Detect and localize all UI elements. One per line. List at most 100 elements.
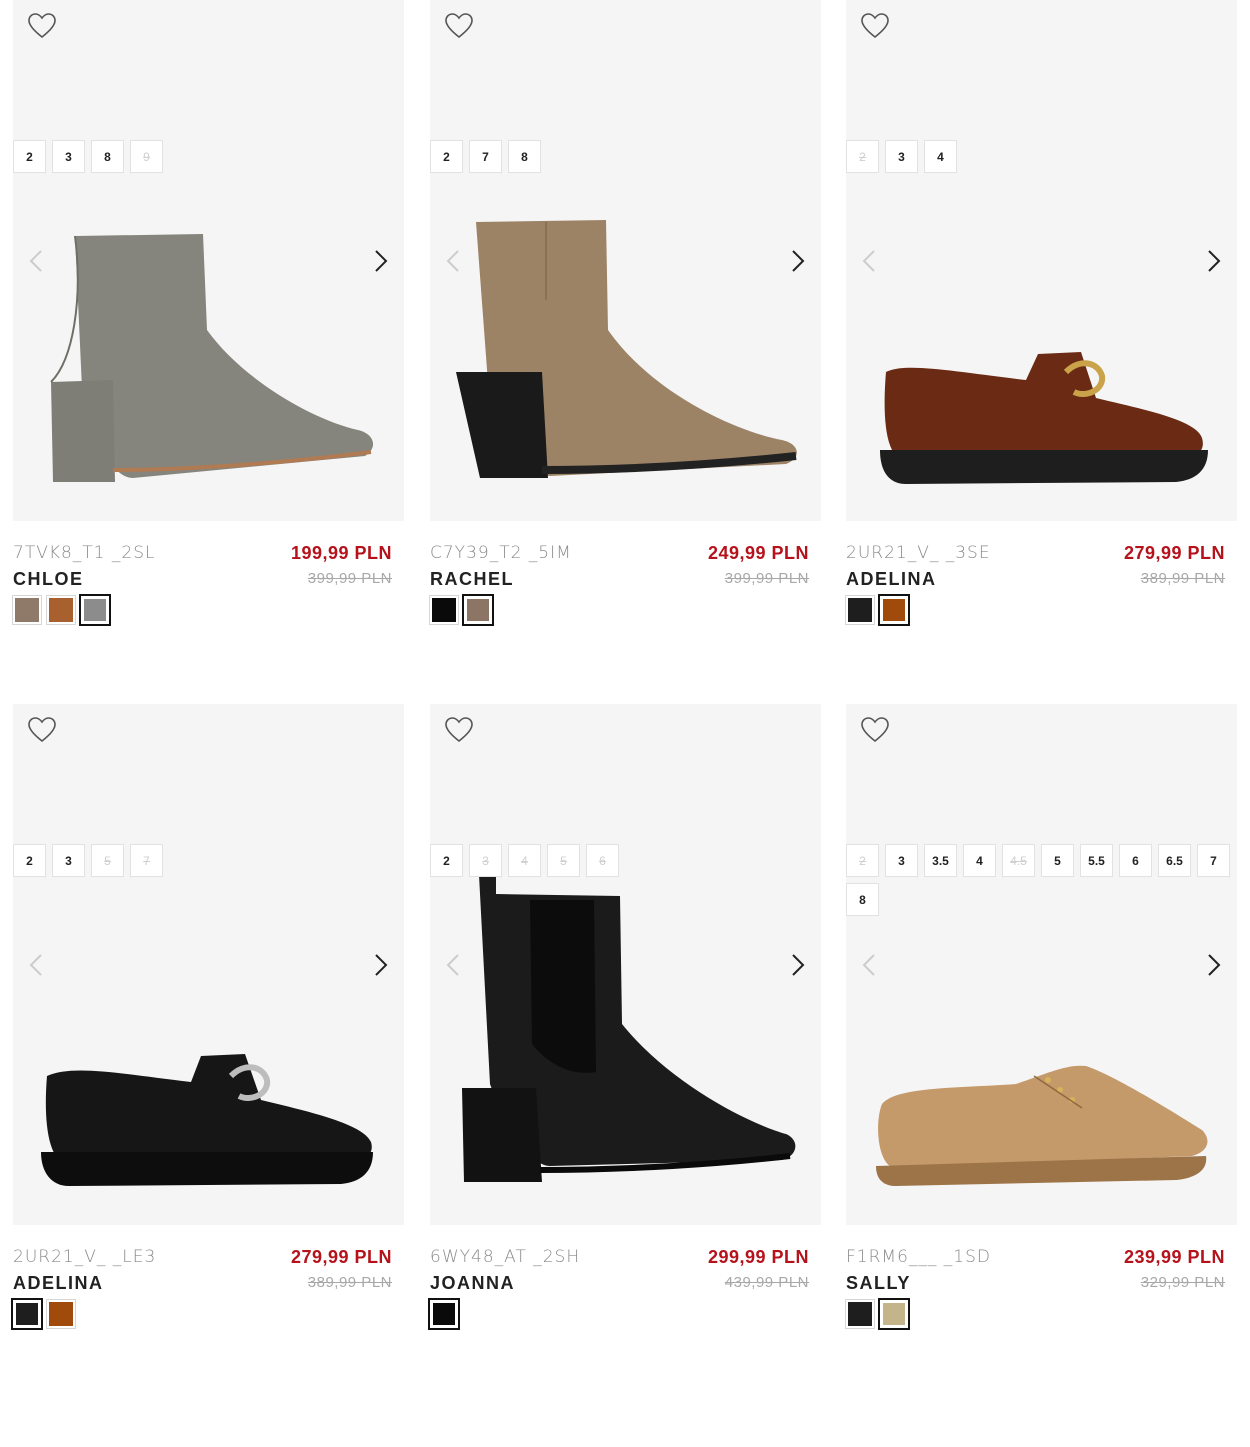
size-option: 7 [130, 844, 163, 877]
color-swatch[interactable] [46, 595, 76, 625]
size-option[interactable]: 7 [1197, 844, 1230, 877]
product-info: F1RM6___ _1SD 239,99 PLN 329,99 PLN SALL… [845, 1247, 1237, 1330]
product-name-link[interactable]: ADELINA [846, 569, 937, 590]
next-image-arrow-icon[interactable] [368, 248, 392, 274]
size-option[interactable]: 2 [430, 140, 463, 173]
color-swatch[interactable] [46, 1299, 76, 1329]
product-name-link[interactable]: ADELINA [13, 1273, 104, 1294]
product-name-link[interactable]: JOANNA [430, 1273, 515, 1294]
wishlist-heart-icon[interactable] [444, 12, 474, 40]
size-option[interactable]: 4 [963, 844, 996, 877]
color-swatch[interactable] [429, 595, 459, 625]
size-option[interactable]: 2 [430, 844, 463, 877]
wishlist-heart-icon[interactable] [27, 716, 57, 744]
size-option[interactable]: 6 [1119, 844, 1152, 877]
product-image-area[interactable] [430, 0, 821, 521]
color-swatch[interactable] [878, 594, 910, 626]
wishlist-heart-icon[interactable] [27, 12, 57, 40]
color-swatches [845, 594, 910, 626]
previous-image-arrow-icon[interactable] [442, 248, 466, 274]
size-option: 6 [586, 844, 619, 877]
size-option[interactable]: 3 [885, 844, 918, 877]
size-option: 4.5 [1002, 844, 1035, 877]
product-image-area[interactable] [430, 704, 821, 1225]
product-price: 279,99 PLN [290, 1247, 392, 1267]
product-price: 299,99 PLN [707, 1247, 809, 1267]
wishlist-heart-icon[interactable] [444, 716, 474, 744]
size-option[interactable]: 7 [469, 140, 502, 173]
color-swatch[interactable] [12, 595, 42, 625]
size-option[interactable]: 8 [508, 140, 541, 173]
size-option[interactable]: 8 [91, 140, 124, 173]
product-name-link[interactable]: RACHEL [430, 569, 514, 590]
size-option[interactable]: 3 [52, 844, 85, 877]
color-swatch[interactable] [845, 595, 875, 625]
product-image-area[interactable] [13, 0, 404, 521]
size-option[interactable]: 5 [1041, 844, 1074, 877]
size-option[interactable]: 3 [52, 140, 85, 173]
product-info: 6WY48_AT _2SH 299,99 PLN 439,99 PLN JOAN… [428, 1247, 821, 1330]
size-option[interactable]: 2 [13, 140, 46, 173]
previous-image-arrow-icon[interactable] [25, 952, 49, 978]
ankle-boot-icon [456, 220, 797, 478]
previous-image-arrow-icon[interactable] [442, 952, 466, 978]
color-swatch[interactable] [79, 594, 111, 626]
product-sku: 6WY48_AT _2SH [430, 1247, 581, 1267]
color-swatches [11, 1298, 76, 1330]
size-option[interactable]: 5.5 [1080, 844, 1113, 877]
product-card[interactable]: 2UR21_V_ _3SE 279,99 PLN 389,99 PLN ADEL… [845, 0, 1237, 626]
size-option[interactable]: 8 [846, 883, 879, 916]
next-image-arrow-icon[interactable] [785, 952, 809, 978]
color-swatch[interactable] [878, 1298, 910, 1330]
chelsea-boot-icon [462, 853, 796, 1182]
next-image-arrow-icon[interactable] [1201, 952, 1225, 978]
size-option: 2 [846, 844, 879, 877]
color-swatch[interactable] [462, 594, 494, 626]
color-swatches [12, 594, 111, 626]
wishlist-heart-icon[interactable] [860, 716, 890, 744]
color-swatches [428, 1298, 460, 1330]
product-image-area[interactable] [846, 704, 1237, 1225]
product-card[interactable]: 6WY48_AT _2SH 299,99 PLN 439,99 PLN JOAN… [428, 704, 821, 1330]
size-option[interactable]: 4 [924, 140, 957, 173]
size-option: 5 [547, 844, 580, 877]
product-sku: 7TVK8_T1 _2SL [13, 543, 156, 563]
next-image-arrow-icon[interactable] [368, 952, 392, 978]
next-image-arrow-icon[interactable] [1201, 248, 1225, 274]
size-option: 3 [469, 844, 502, 877]
previous-image-arrow-icon[interactable] [858, 952, 882, 978]
product-image-area[interactable] [13, 704, 404, 1225]
product-old-price: 389,99 PLN [307, 1274, 392, 1291]
product-price: 199,99 PLN [290, 543, 392, 563]
product-old-price: 439,99 PLN [724, 1274, 809, 1291]
product-card[interactable]: 7TVK8_T1 _2SL 199,99 PLN 399,99 PLN CHLO… [12, 0, 404, 626]
size-options: 2389 [13, 140, 404, 173]
product-name-link[interactable]: SALLY [846, 1273, 911, 1294]
loafer-icon [41, 1054, 373, 1186]
size-options: 23456 [430, 844, 821, 877]
product-info: 2UR21_V_ _3SE 279,99 PLN 389,99 PLN ADEL… [845, 543, 1237, 626]
previous-image-arrow-icon[interactable] [858, 248, 882, 274]
product-card[interactable]: F1RM6___ _1SD 239,99 PLN 329,99 PLN SALL… [845, 704, 1237, 1330]
previous-image-arrow-icon[interactable] [25, 248, 49, 274]
color-swatch[interactable] [845, 1299, 875, 1329]
color-swatch[interactable] [11, 1298, 43, 1330]
size-option[interactable]: 6.5 [1158, 844, 1191, 877]
next-image-arrow-icon[interactable] [785, 248, 809, 274]
size-options: 2 3 3.5 4 4.5 5 5.5 6 6.5 7 8 [846, 844, 1237, 916]
product-old-price: 399,99 PLN [724, 570, 809, 587]
product-name-link[interactable]: CHLOE [13, 569, 84, 590]
product-old-price: 389,99 PLN [1140, 570, 1225, 587]
size-option: 9 [130, 140, 163, 173]
color-swatch[interactable] [428, 1298, 460, 1330]
size-option: 2 [846, 140, 879, 173]
product-card[interactable]: 2UR21_V_ _LE3 279,99 PLN 389,99 PLN ADEL… [11, 704, 404, 1330]
size-option[interactable]: 2 [13, 844, 46, 877]
size-option[interactable]: 3 [885, 140, 918, 173]
size-option[interactable]: 3.5 [924, 844, 957, 877]
color-swatches [429, 594, 494, 626]
product-image-area[interactable] [846, 0, 1237, 521]
product-info: 7TVK8_T1 _2SL 199,99 PLN 399,99 PLN CHLO… [12, 543, 404, 626]
wishlist-heart-icon[interactable] [860, 12, 890, 40]
product-card[interactable]: C7Y39_T2 _5IM 249,99 PLN 399,99 PLN RACH… [429, 0, 821, 626]
